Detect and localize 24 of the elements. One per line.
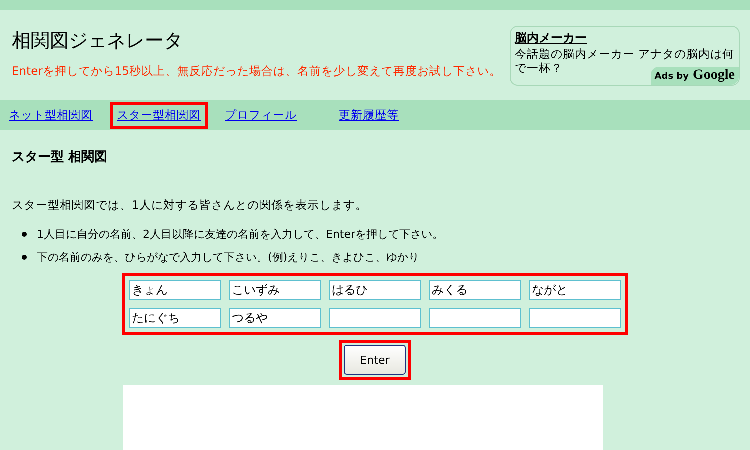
name-field[interactable]: みくる bbox=[429, 280, 521, 300]
name-field[interactable]: たにぐち bbox=[129, 308, 221, 328]
nav-link[interactable]: 更新履歴等 bbox=[332, 102, 406, 128]
nav-link[interactable]: ネット型相関図 bbox=[2, 102, 100, 128]
instruction-item: 1人目に自分の名前、2人目以降に友達の名前を入力して、Enterを押して下さい。 bbox=[37, 227, 444, 242]
name-field[interactable]: はるひ bbox=[329, 280, 421, 300]
page-title: 相関図ジェネレータ bbox=[12, 29, 184, 54]
name-field[interactable] bbox=[529, 308, 621, 328]
ad-link[interactable]: 脳内メーカー bbox=[515, 31, 587, 45]
instruction-item: 下の名前のみを、ひらがなで入力して下さい。(例)えりこ、きよひこ、ゆかり bbox=[37, 250, 420, 265]
enter-button[interactable]: Enter bbox=[344, 345, 406, 375]
name-field[interactable] bbox=[329, 308, 421, 328]
nav-link[interactable]: スター型相関図 bbox=[110, 102, 208, 128]
name-field[interactable]: ながと bbox=[529, 280, 621, 300]
bullet-icon bbox=[22, 232, 27, 237]
notice-text: Enterを押してから15秒以上、無反応だった場合は、名前を少し変えて再度お試し下さい。 bbox=[12, 64, 502, 79]
name-field[interactable]: つるや bbox=[229, 308, 321, 328]
section-heading: スター型 相関図 bbox=[12, 149, 109, 166]
intro-text: スター型相関図では、1人に対する皆さんとの関係を表示します。 bbox=[12, 198, 368, 213]
name-field[interactable]: きょん bbox=[129, 280, 221, 300]
nav-link[interactable]: プロフィール bbox=[218, 102, 304, 128]
name-field[interactable]: こいずみ bbox=[229, 280, 321, 300]
bullet-icon bbox=[22, 255, 27, 260]
name-field[interactable] bbox=[429, 308, 521, 328]
